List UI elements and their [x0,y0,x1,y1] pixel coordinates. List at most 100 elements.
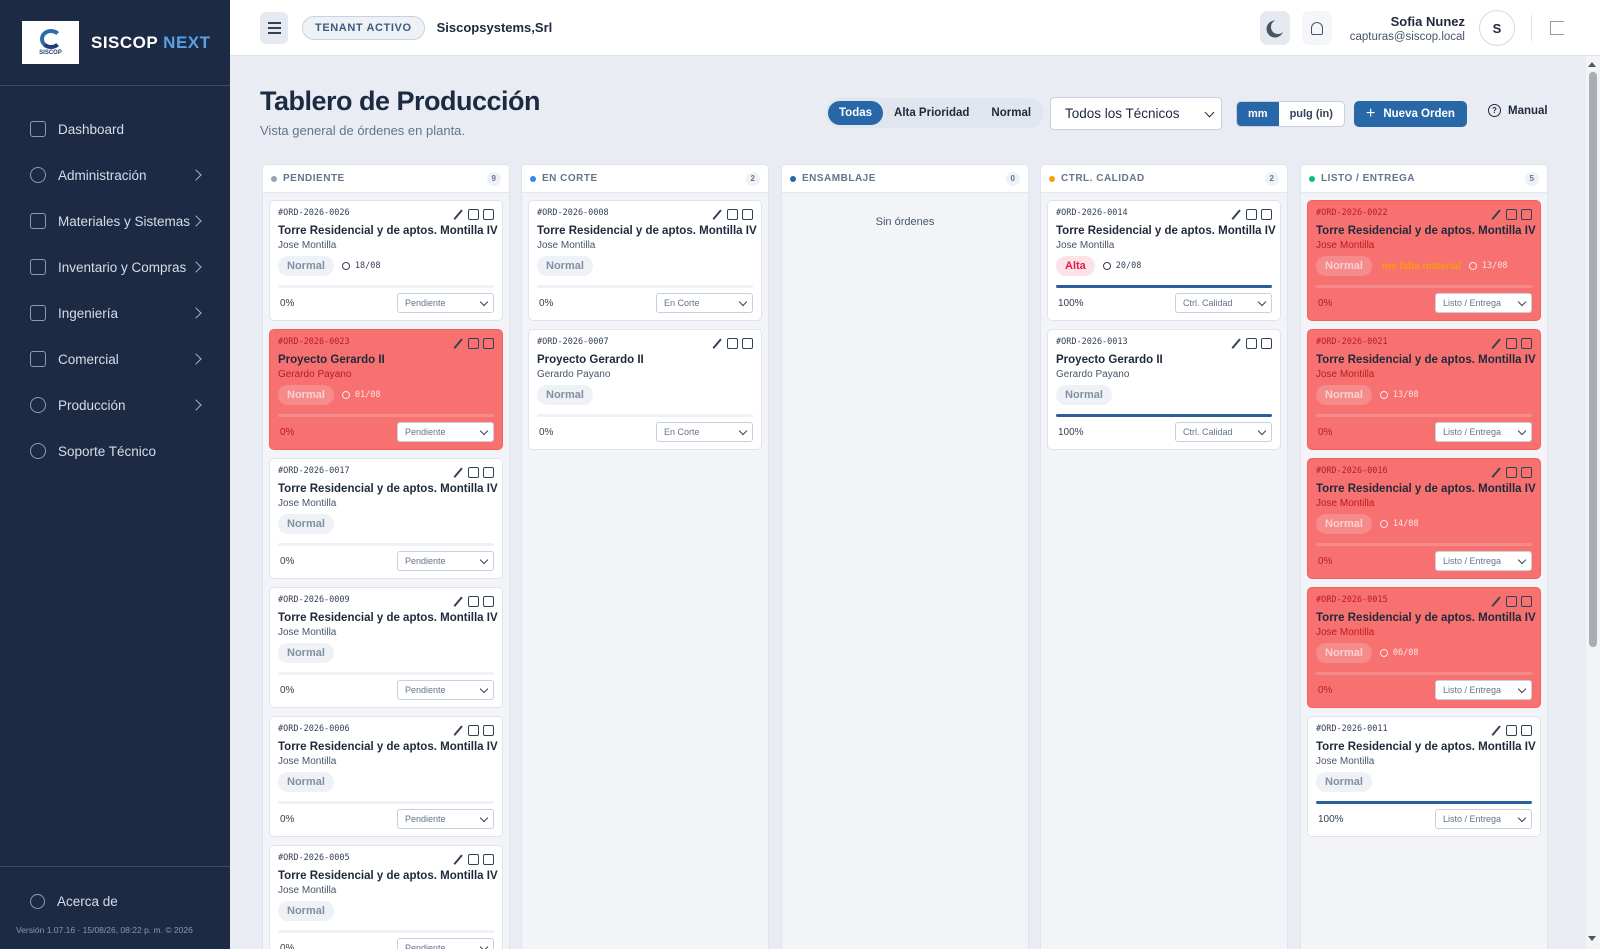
archive-icon[interactable] [483,467,494,478]
archive-icon[interactable] [1521,209,1532,220]
edit-icon[interactable] [712,338,723,350]
edit-icon[interactable] [453,209,464,221]
archive-icon[interactable] [1521,338,1532,349]
edit-icon[interactable] [1231,338,1242,350]
archive-icon[interactable] [742,209,753,220]
print-icon[interactable] [727,209,738,220]
status-select[interactable]: Pendiente [397,809,494,829]
notifications-button[interactable] [1301,11,1332,45]
sidebar-item-inventario[interactable]: Inventario y Compras [0,244,230,290]
edit-icon[interactable] [453,467,464,479]
edit-icon[interactable] [1491,209,1502,221]
edit-icon[interactable] [453,338,464,350]
status-select[interactable]: En Corte [656,422,753,442]
print-icon[interactable] [468,854,479,865]
archive-icon[interactable] [483,854,494,865]
status-select[interactable]: Ctrl. Calidad [1175,422,1272,442]
scroll-up-arrow[interactable] [1588,62,1596,67]
scroll-thumb[interactable] [1589,72,1597,647]
print-icon[interactable] [1246,209,1257,220]
print-icon[interactable] [468,338,479,349]
order-card[interactable]: #ORD-2026-0026 Torre Residencial y de ap… [269,200,503,321]
logout-icon[interactable] [1550,21,1564,35]
order-card[interactable]: #ORD-2026-0011 Torre Residencial y de ap… [1307,716,1541,837]
print-icon[interactable] [1506,209,1517,220]
edit-icon[interactable] [453,596,464,608]
theme-toggle-button[interactable] [1259,11,1290,45]
filter-alta-prioridad[interactable]: Alta Prioridad [883,101,980,125]
sidebar-item-materiales[interactable]: Materiales y Sistemas [0,198,230,244]
status-select[interactable]: Pendiente [397,938,494,949]
status-select[interactable]: Listo / Entrega [1435,809,1532,829]
status-select[interactable]: Pendiente [397,293,494,313]
edit-icon[interactable] [1491,596,1502,608]
edit-icon[interactable] [453,854,464,866]
order-card[interactable]: #ORD-2026-0009 Torre Residencial y de ap… [269,587,503,708]
menu-toggle-button[interactable] [260,11,288,44]
print-icon[interactable] [468,467,479,478]
sidebar-item-produccion[interactable]: Producción [0,382,230,428]
archive-icon[interactable] [483,725,494,736]
edit-icon[interactable] [1491,338,1502,350]
order-card[interactable]: #ORD-2026-0015 Torre Residencial y de ap… [1307,587,1541,708]
print-icon[interactable] [1506,338,1517,349]
sidebar-item-dashboard[interactable]: Dashboard [0,106,230,152]
avatar[interactable]: S [1479,10,1515,46]
archive-icon[interactable] [742,338,753,349]
print-icon[interactable] [1246,338,1257,349]
order-card[interactable]: #ORD-2026-0013 Proyecto Gerardo II Gerar… [1047,329,1281,450]
status-select[interactable]: Ctrl. Calidad [1175,293,1272,313]
print-icon[interactable] [468,209,479,220]
order-card[interactable]: #ORD-2026-0008 Torre Residencial y de ap… [528,200,762,321]
edit-icon[interactable] [453,725,464,737]
order-card[interactable]: #ORD-2026-0022 Torre Residencial y de ap… [1307,200,1541,321]
sidebar-item-soporte[interactable]: Soporte Técnico [0,428,230,474]
sidebar-item-about[interactable]: Acerca de [0,877,230,925]
archive-icon[interactable] [1521,467,1532,478]
unit-mm[interactable]: mm [1237,102,1279,126]
archive-icon[interactable] [1521,596,1532,607]
status-select[interactable]: Listo / Entrega [1435,293,1532,313]
technician-select[interactable]: Todos los Técnicos [1050,97,1222,130]
edit-icon[interactable] [1491,467,1502,479]
new-order-button[interactable]: + Nueva Orden [1354,101,1467,127]
order-card[interactable]: #ORD-2026-0007 Proyecto Gerardo II Gerar… [528,329,762,450]
order-card[interactable]: #ORD-2026-0006 Torre Residencial y de ap… [269,716,503,837]
status-select[interactable]: Listo / Entrega [1435,551,1532,571]
order-card[interactable]: #ORD-2026-0023 Proyecto Gerardo II Gerar… [269,329,503,450]
edit-icon[interactable] [712,209,723,221]
archive-icon[interactable] [483,596,494,607]
unit-inches[interactable]: pulg (in) [1279,102,1344,126]
manual-button[interactable]: ? Manual [1488,104,1548,117]
order-card[interactable]: #ORD-2026-0017 Torre Residencial y de ap… [269,458,503,579]
edit-icon[interactable] [1231,209,1242,221]
order-card[interactable]: #ORD-2026-0014 Torre Residencial y de ap… [1047,200,1281,321]
brand[interactable]: SISCOP SISCOP NEXT [0,0,230,86]
order-card[interactable]: #ORD-2026-0021 Torre Residencial y de ap… [1307,329,1541,450]
sidebar-item-comercial[interactable]: Comercial [0,336,230,382]
status-select[interactable]: Pendiente [397,422,494,442]
scroll-down-arrow[interactable] [1588,936,1596,941]
status-select[interactable]: En Corte [656,293,753,313]
archive-icon[interactable] [1521,725,1532,736]
edit-icon[interactable] [1491,725,1502,737]
print-icon[interactable] [468,596,479,607]
filter-normal[interactable]: Normal [980,101,1042,125]
status-select[interactable]: Pendiente [397,680,494,700]
status-select[interactable]: Pendiente [397,551,494,571]
archive-icon[interactable] [1261,338,1272,349]
order-card[interactable]: #ORD-2026-0005 Torre Residencial y de ap… [269,845,503,949]
print-icon[interactable] [1506,467,1517,478]
order-card[interactable]: #ORD-2026-0016 Torre Residencial y de ap… [1307,458,1541,579]
print-icon[interactable] [1506,596,1517,607]
archive-icon[interactable] [483,338,494,349]
status-select[interactable]: Listo / Entrega [1435,680,1532,700]
print-icon[interactable] [727,338,738,349]
print-icon[interactable] [1506,725,1517,736]
sidebar-item-administracion[interactable]: Administración [0,152,230,198]
filter-todas[interactable]: Todas [828,101,884,125]
sidebar-item-ingenieria[interactable]: Ingeniería [0,290,230,336]
print-icon[interactable] [468,725,479,736]
status-select[interactable]: Listo / Entrega [1435,422,1532,442]
archive-icon[interactable] [483,209,494,220]
